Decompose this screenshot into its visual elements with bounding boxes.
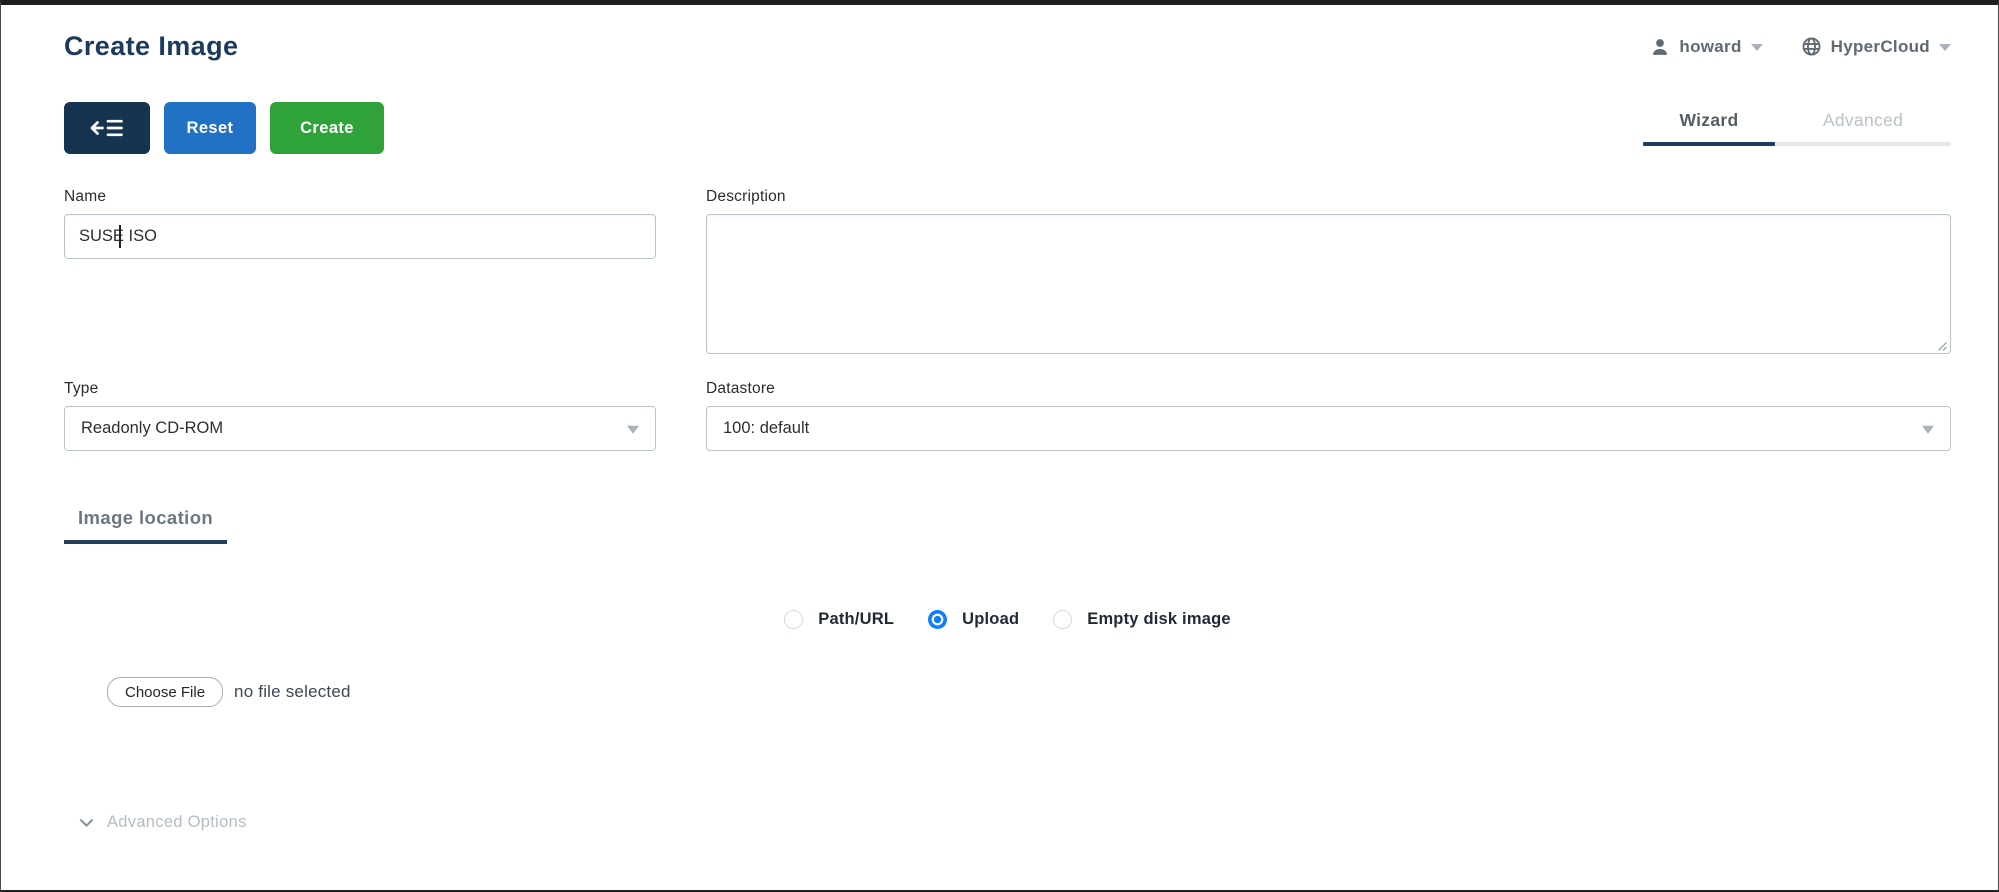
radio-upload-label: Upload: [962, 610, 1020, 628]
toolbar: Reset Create Wizard Advanced: [64, 102, 1951, 154]
page-title: Create Image: [64, 31, 239, 61]
section-tabs: Image location: [64, 507, 1951, 544]
tab-wizard[interactable]: Wizard: [1643, 110, 1775, 146]
file-upload-row: Choose File no file selected: [64, 677, 1951, 707]
choose-file-button[interactable]: Choose File: [107, 677, 224, 707]
chevron-down-icon: [1750, 44, 1763, 51]
type-select-value: Readonly CD-ROM: [81, 419, 224, 437]
header-menus: howard HyperCloud: [1650, 36, 1951, 57]
user-menu-label: howard: [1679, 36, 1742, 56]
type-field: Type Readonly CD-ROM: [64, 380, 656, 451]
name-input[interactable]: [64, 214, 656, 259]
text-cursor: [119, 225, 121, 248]
file-status-text: no file selected: [234, 682, 351, 701]
advanced-options-toggle[interactable]: Advanced Options: [64, 813, 247, 832]
datastore-field: Datastore 100: default: [706, 380, 1951, 451]
datastore-label: Datastore: [706, 380, 775, 397]
create-image-page: Create Image howard HyperCloud Reset Cre…: [0, 0, 1999, 892]
create-button[interactable]: Create: [270, 102, 384, 154]
tab-advanced-label: Advanced: [1822, 110, 1904, 130]
reset-button[interactable]: Reset: [164, 102, 256, 154]
description-label: Description: [706, 188, 786, 205]
name-label: Name: [64, 188, 107, 205]
user-menu[interactable]: howard: [1650, 36, 1763, 57]
chevron-down-icon: [77, 813, 96, 832]
chevron-down-icon: [627, 425, 639, 434]
radio-empty-disk-image-label: Empty disk image: [1087, 610, 1231, 628]
datastore-select[interactable]: 100: default: [706, 406, 1951, 451]
form-mode-tabs: Wizard Advanced: [1643, 110, 1951, 146]
globe-icon: [1801, 36, 1822, 57]
name-field: Name: [64, 188, 656, 354]
radio-selected-icon: [928, 610, 948, 629]
type-select[interactable]: Readonly CD-ROM: [64, 406, 656, 451]
description-textarea[interactable]: [706, 214, 1951, 354]
form-row-1: Name Description: [64, 188, 1951, 354]
radio-upload[interactable]: Upload: [928, 610, 1019, 629]
zone-menu[interactable]: HyperCloud: [1801, 36, 1951, 57]
tab-image-location[interactable]: Image location: [64, 507, 228, 544]
advanced-options-label: Advanced Options: [107, 813, 247, 831]
person-icon: [1650, 37, 1670, 57]
header: Create Image howard HyperCloud: [64, 31, 1951, 62]
chevron-down-icon: [1939, 44, 1951, 51]
tab-advanced[interactable]: Advanced: [1775, 110, 1951, 146]
description-field: Description: [706, 188, 1951, 354]
image-source-radio-group: Path/URL Upload Empty disk image: [64, 610, 1951, 629]
back-to-list-icon: [89, 115, 125, 141]
back-to-list-button[interactable]: [64, 102, 150, 154]
radio-path-url-label: Path/URL: [818, 610, 895, 628]
type-label: Type: [64, 380, 99, 397]
radio-unselected-icon: [784, 610, 804, 629]
zone-menu-label: HyperCloud: [1830, 36, 1930, 56]
form-row-2: Type Readonly CD-ROM Datastore 100: defa…: [64, 380, 1951, 451]
datastore-select-value: 100: default: [723, 419, 810, 437]
radio-path-url[interactable]: Path/URL: [784, 610, 894, 629]
radio-unselected-icon: [1053, 610, 1073, 629]
chevron-down-icon: [1922, 425, 1934, 434]
radio-empty-disk-image[interactable]: Empty disk image: [1053, 610, 1231, 629]
tab-wizard-label: Wizard: [1679, 110, 1739, 130]
